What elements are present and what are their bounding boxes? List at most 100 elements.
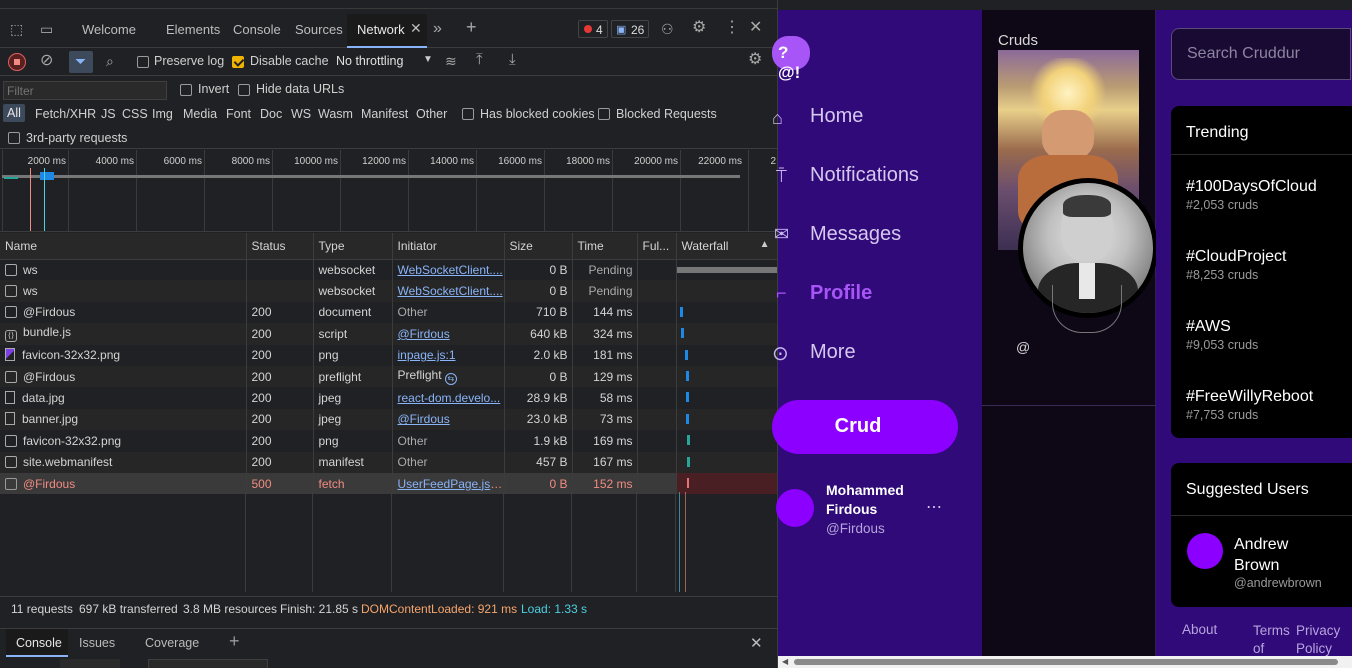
- table-row[interactable]: @Firdous 200 preflight Preflight ⇆ 0 B 1…: [0, 365, 777, 388]
- filter-type-ws[interactable]: WS: [291, 107, 311, 121]
- network-settings-icon[interactable]: ⚙: [748, 52, 762, 68]
- initiator-link[interactable]: react-dom.develo...: [398, 391, 501, 405]
- scrollbar-thumb[interactable]: [794, 659, 1338, 665]
- drawer-tab-coverage[interactable]: Coverage: [145, 636, 199, 650]
- close-tab-icon[interactable]: ✕: [410, 20, 422, 37]
- clear-icon[interactable]: ⊘: [40, 53, 53, 69]
- more-options-icon[interactable]: ⋯: [926, 497, 942, 517]
- nav-notifications[interactable]: Notifications: [810, 164, 919, 187]
- suggested-user-avatar[interactable]: [1187, 533, 1223, 569]
- stop-recording-icon[interactable]: [8, 53, 26, 71]
- filter-type-all[interactable]: All: [3, 104, 25, 122]
- crud-button[interactable]: Crud: [772, 400, 958, 454]
- table-row[interactable]: ws websocket WebSocketClient.... 0 B Pen…: [0, 280, 777, 302]
- initiator-link[interactable]: UserFeedPage.js:30: [398, 477, 504, 491]
- search-icon[interactable]: ⌕: [106, 53, 114, 69]
- column-header-size[interactable]: Size: [504, 233, 573, 260]
- preflight-link-icon[interactable]: ⇆: [444, 373, 457, 386]
- initiator-link[interactable]: WebSocketClient....: [398, 284, 503, 298]
- network-overview-timeline[interactable]: 2000 ms 4000 ms 6000 ms 8000 ms 10000 ms…: [0, 150, 777, 232]
- filter-type-manifest[interactable]: Manifest: [361, 107, 408, 121]
- table-row[interactable]: ws websocket WebSocketClient.... 0 B Pen…: [0, 259, 777, 281]
- filter-type-doc[interactable]: Doc: [260, 107, 282, 121]
- error-counter[interactable]: 4: [578, 20, 608, 38]
- nav-messages[interactable]: Messages: [810, 223, 901, 246]
- drawer-tab-issues[interactable]: Issues: [79, 636, 115, 650]
- tab-sources[interactable]: Sources: [295, 22, 343, 37]
- trend-item[interactable]: #CloudProject #8,253 cruds: [1186, 248, 1287, 282]
- blocked-requests-checkbox[interactable]: [598, 108, 610, 120]
- message-counter[interactable]: ▣ 26: [611, 20, 649, 38]
- scroll-left-icon[interactable]: ◀: [782, 657, 788, 666]
- column-header-initiator[interactable]: Initiator: [392, 233, 505, 260]
- column-header-name[interactable]: Name: [0, 233, 247, 260]
- app-logo[interactable]: ?@!: [772, 36, 810, 82]
- table-row[interactable]: favicon-32x32.png 200 png Other 1.9 kB 1…: [0, 430, 777, 452]
- more-tabs-icon[interactable]: »: [433, 21, 442, 37]
- avatar[interactable]: [776, 489, 814, 527]
- column-header-status[interactable]: Status: [246, 233, 314, 260]
- column-header-type[interactable]: Type: [313, 233, 393, 260]
- table-row[interactable]: site.webmanifest 200 manifest Other 457 …: [0, 451, 777, 473]
- filter-type-wasm[interactable]: Wasm: [318, 107, 353, 121]
- table-row[interactable]: ⟨⟩ bundle.js 200 script @Firdous 640 kB 3…: [0, 323, 777, 345]
- footer-about-link[interactable]: About: [1182, 622, 1217, 637]
- filter-input[interactable]: [3, 81, 167, 100]
- nav-home[interactable]: Home: [810, 105, 863, 128]
- trend-item[interactable]: #100DaysOfCloud #2,053 cruds: [1186, 178, 1317, 212]
- table-row[interactable]: @Firdous 200 document Other 710 B 144 ms: [0, 301, 777, 324]
- kebab-menu-icon[interactable]: ⋮: [724, 20, 740, 36]
- add-drawer-tab-icon[interactable]: +: [229, 631, 240, 652]
- invert-checkbox[interactable]: [180, 84, 192, 96]
- suggested-user-name[interactable]: Andrew Brown: [1234, 534, 1324, 576]
- drawer-tab-console[interactable]: Console: [6, 629, 68, 657]
- console-context-select[interactable]: [60, 659, 120, 668]
- nav-profile[interactable]: Profile: [810, 282, 872, 305]
- close-drawer-icon[interactable]: ✕: [750, 634, 763, 652]
- trend-item[interactable]: #FreeWillyReboot #7,753 cruds: [1186, 388, 1313, 422]
- close-devtools-icon[interactable]: ✕: [749, 20, 762, 36]
- tab-welcome[interactable]: Welcome: [82, 22, 136, 37]
- add-tab-icon[interactable]: +: [466, 18, 477, 36]
- console-filter-input[interactable]: [148, 659, 268, 668]
- settings-gear-icon[interactable]: ⚙: [692, 20, 706, 36]
- tab-elements[interactable]: Elements: [166, 22, 220, 37]
- initiator-link[interactable]: inpage.js:1: [398, 348, 456, 362]
- column-header-time[interactable]: Time: [572, 233, 638, 260]
- filter-type-media[interactable]: Media: [183, 107, 217, 121]
- filter-toggle-button[interactable]: ⏷: [69, 51, 93, 73]
- throttling-select[interactable]: No throttling ▼: [331, 50, 437, 74]
- column-header-waterfall[interactable]: Waterfall ▲: [676, 233, 777, 260]
- column-header-fulfilled[interactable]: Ful...: [637, 233, 677, 260]
- preserve-log-checkbox[interactable]: [137, 56, 149, 68]
- hide-data-urls-checkbox[interactable]: [238, 84, 250, 96]
- footer-terms-link[interactable]: Terms of: [1253, 622, 1293, 658]
- third-party-checkbox[interactable]: [8, 132, 20, 144]
- filter-type-font[interactable]: Font: [226, 107, 251, 121]
- initiator-link[interactable]: @Firdous: [398, 412, 450, 426]
- import-har-icon[interactable]: ⤒: [476, 52, 483, 68]
- filter-type-css[interactable]: CSS: [122, 107, 148, 121]
- disable-cache-checkbox[interactable]: [232, 56, 244, 68]
- table-row[interactable]: banner.jpg 200 jpeg @Firdous 23.0 kB 73 …: [0, 408, 777, 431]
- tab-network[interactable]: Network ✕: [347, 14, 427, 48]
- trend-item[interactable]: #AWS #9,053 cruds: [1186, 318, 1258, 352]
- export-har-icon[interactable]: ⤓: [509, 52, 516, 68]
- filter-type-other[interactable]: Other: [416, 107, 447, 121]
- filter-type-img[interactable]: Img: [152, 107, 173, 121]
- initiator-link[interactable]: @Firdous: [398, 327, 450, 341]
- inspect-element-icon[interactable]: ⬚: [10, 21, 23, 37]
- filter-type-js[interactable]: JS: [101, 107, 116, 121]
- initiator-link[interactable]: WebSocketClient....: [398, 263, 503, 277]
- footer-privacy-link[interactable]: Privacy Policy: [1296, 622, 1352, 658]
- has-blocked-cookies-checkbox[interactable]: [462, 108, 474, 120]
- table-row[interactable]: favicon-32x32.png 200 png inpage.js:1 2.…: [0, 344, 777, 366]
- device-toolbar-icon[interactable]: ▭: [40, 21, 53, 37]
- customize-icon[interactable]: ⚇: [661, 21, 674, 37]
- filter-type-fetch-xhr[interactable]: Fetch/XHR: [35, 107, 96, 121]
- search-input[interactable]: Search Cruddur: [1171, 28, 1351, 80]
- tab-console[interactable]: Console: [233, 22, 281, 37]
- network-conditions-icon[interactable]: ≋: [445, 53, 457, 69]
- nav-more[interactable]: More: [810, 341, 856, 364]
- table-row[interactable]: data.jpg 200 jpeg react-dom.develo... 28…: [0, 387, 777, 409]
